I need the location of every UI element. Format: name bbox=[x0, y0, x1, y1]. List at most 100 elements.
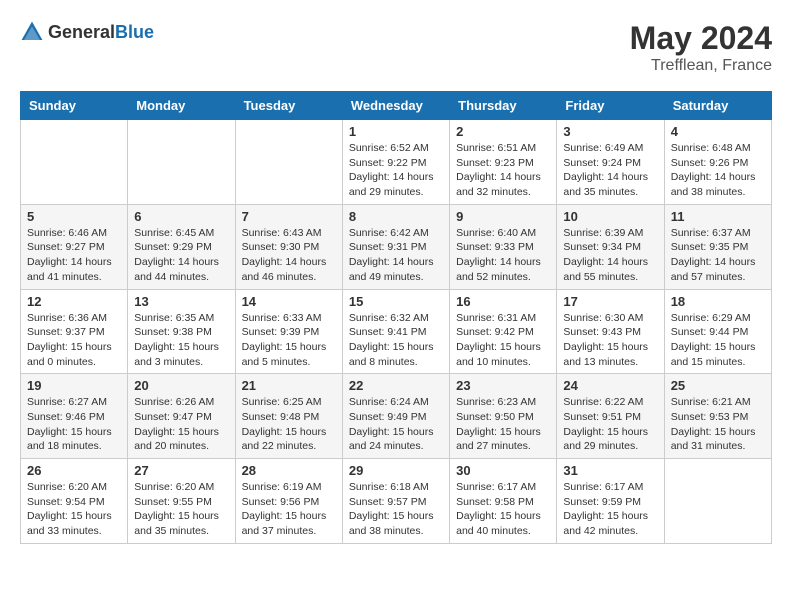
logo-general: General bbox=[48, 22, 115, 42]
day-number: 2 bbox=[456, 124, 550, 139]
day-number: 7 bbox=[242, 209, 336, 224]
day-number: 1 bbox=[349, 124, 443, 139]
day-number: 8 bbox=[349, 209, 443, 224]
day-number: 20 bbox=[134, 378, 228, 393]
calendar-day-cell: 12Sunrise: 6:36 AM Sunset: 9:37 PM Dayli… bbox=[21, 289, 128, 374]
day-number: 27 bbox=[134, 463, 228, 478]
day-number: 9 bbox=[456, 209, 550, 224]
day-number: 6 bbox=[134, 209, 228, 224]
day-of-week-header: Tuesday bbox=[235, 92, 342, 120]
calendar-day-cell: 4 Sunrise: 6:48 AM Sunset: 9:26 PM Daylig… bbox=[664, 120, 771, 205]
calendar-day-cell: 29 Sunrise: 6:18 AM Sunset: 9:57 PM Dayli… bbox=[342, 459, 449, 544]
day-info: Sunrise: 6:29 AM Sunset: 9:44 PM Dayligh… bbox=[671, 311, 765, 370]
day-number: 30 bbox=[456, 463, 550, 478]
day-of-week-header: Wednesday bbox=[342, 92, 449, 120]
calendar-day-cell: 17Sunrise: 6:30 AM Sunset: 9:43 PM Dayli… bbox=[557, 289, 664, 374]
day-info: Sunrise: 6:32 AM Sunset: 9:41 PM Dayligh… bbox=[349, 311, 443, 370]
day-info: Sunrise: 6:48 AM Sunset: 9:26 PM Dayligh… bbox=[671, 141, 765, 200]
day-info: Sunrise: 6:52 AM Sunset: 9:22 PM Dayligh… bbox=[349, 141, 443, 200]
calendar-day-cell: 10Sunrise: 6:39 AM Sunset: 9:34 PM Dayli… bbox=[557, 204, 664, 289]
day-number: 25 bbox=[671, 378, 765, 393]
logo-text: GeneralBlue bbox=[48, 22, 154, 43]
day-number: 29 bbox=[349, 463, 443, 478]
logo-icon bbox=[20, 20, 44, 44]
day-number: 16 bbox=[456, 294, 550, 309]
calendar-day-cell bbox=[235, 120, 342, 205]
calendar-day-cell: 30 Sunrise: 6:17 AM Sunset: 9:58 PM Dayli… bbox=[450, 459, 557, 544]
day-info: Sunrise: 6:19 AM Sunset: 9:56 PM Dayligh… bbox=[242, 480, 336, 539]
calendar-week-row: 5Sunrise: 6:46 AM Sunset: 9:27 PM Daylig… bbox=[21, 204, 772, 289]
day-info: Sunrise: 6:43 AM Sunset: 9:30 PM Dayligh… bbox=[242, 226, 336, 285]
day-number: 4 bbox=[671, 124, 765, 139]
day-of-week-header: Saturday bbox=[664, 92, 771, 120]
calendar-day-cell: 9 Sunrise: 6:40 AM Sunset: 9:33 PM Daylig… bbox=[450, 204, 557, 289]
day-info: Sunrise: 6:24 AM Sunset: 9:49 PM Dayligh… bbox=[349, 395, 443, 454]
day-number: 10 bbox=[563, 209, 657, 224]
day-info: Sunrise: 6:26 AM Sunset: 9:47 PM Dayligh… bbox=[134, 395, 228, 454]
day-of-week-header: Friday bbox=[557, 92, 664, 120]
day-info: Sunrise: 6:20 AM Sunset: 9:55 PM Dayligh… bbox=[134, 480, 228, 539]
calendar-day-cell: 3Sunrise: 6:49 AM Sunset: 9:24 PM Daylig… bbox=[557, 120, 664, 205]
calendar-day-cell bbox=[21, 120, 128, 205]
calendar-week-row: 1 Sunrise: 6:52 AM Sunset: 9:22 PM Daylig… bbox=[21, 120, 772, 205]
calendar-day-cell: 6Sunrise: 6:45 AM Sunset: 9:29 PM Daylig… bbox=[128, 204, 235, 289]
day-info: Sunrise: 6:49 AM Sunset: 9:24 PM Dayligh… bbox=[563, 141, 657, 200]
day-info: Sunrise: 6:42 AM Sunset: 9:31 PM Dayligh… bbox=[349, 226, 443, 285]
day-info: Sunrise: 6:25 AM Sunset: 9:48 PM Dayligh… bbox=[242, 395, 336, 454]
month-title: May 2024 bbox=[630, 20, 772, 57]
calendar-day-cell: 28 Sunrise: 6:19 AM Sunset: 9:56 PM Dayli… bbox=[235, 459, 342, 544]
title-area: May 2024 Trefflean, France bbox=[630, 20, 772, 75]
calendar-day-cell: 23 Sunrise: 6:23 AM Sunset: 9:50 PM Dayli… bbox=[450, 374, 557, 459]
day-number: 22 bbox=[349, 378, 443, 393]
calendar-day-cell: 2 Sunrise: 6:51 AM Sunset: 9:23 PM Daylig… bbox=[450, 120, 557, 205]
calendar-day-cell: 18 Sunrise: 6:29 AM Sunset: 9:44 PM Dayli… bbox=[664, 289, 771, 374]
calendar-table: SundayMondayTuesdayWednesdayThursdayFrid… bbox=[20, 91, 772, 544]
day-number: 21 bbox=[242, 378, 336, 393]
day-number: 13 bbox=[134, 294, 228, 309]
day-number: 31 bbox=[563, 463, 657, 478]
logo-blue: Blue bbox=[115, 22, 154, 42]
calendar-day-cell: 11 Sunrise: 6:37 AM Sunset: 9:35 PM Dayli… bbox=[664, 204, 771, 289]
day-info: Sunrise: 6:27 AM Sunset: 9:46 PM Dayligh… bbox=[27, 395, 121, 454]
day-info: Sunrise: 6:33 AM Sunset: 9:39 PM Dayligh… bbox=[242, 311, 336, 370]
day-info: Sunrise: 6:46 AM Sunset: 9:27 PM Dayligh… bbox=[27, 226, 121, 285]
day-number: 26 bbox=[27, 463, 121, 478]
calendar-day-cell: 7 Sunrise: 6:43 AM Sunset: 9:30 PM Daylig… bbox=[235, 204, 342, 289]
day-number: 11 bbox=[671, 209, 765, 224]
day-number: 23 bbox=[456, 378, 550, 393]
day-info: Sunrise: 6:23 AM Sunset: 9:50 PM Dayligh… bbox=[456, 395, 550, 454]
day-info: Sunrise: 6:17 AM Sunset: 9:59 PM Dayligh… bbox=[563, 480, 657, 539]
day-number: 15 bbox=[349, 294, 443, 309]
day-of-week-header: Sunday bbox=[21, 92, 128, 120]
calendar-day-cell: 13Sunrise: 6:35 AM Sunset: 9:38 PM Dayli… bbox=[128, 289, 235, 374]
day-info: Sunrise: 6:18 AM Sunset: 9:57 PM Dayligh… bbox=[349, 480, 443, 539]
calendar-day-cell: 8 Sunrise: 6:42 AM Sunset: 9:31 PM Daylig… bbox=[342, 204, 449, 289]
day-info: Sunrise: 6:20 AM Sunset: 9:54 PM Dayligh… bbox=[27, 480, 121, 539]
day-info: Sunrise: 6:30 AM Sunset: 9:43 PM Dayligh… bbox=[563, 311, 657, 370]
calendar-header-row: SundayMondayTuesdayWednesdayThursdayFrid… bbox=[21, 92, 772, 120]
day-number: 14 bbox=[242, 294, 336, 309]
location: Trefflean, France bbox=[630, 57, 772, 75]
calendar-day-cell bbox=[128, 120, 235, 205]
calendar-day-cell: 5Sunrise: 6:46 AM Sunset: 9:27 PM Daylig… bbox=[21, 204, 128, 289]
calendar-day-cell: 15 Sunrise: 6:32 AM Sunset: 9:41 PM Dayli… bbox=[342, 289, 449, 374]
day-info: Sunrise: 6:17 AM Sunset: 9:58 PM Dayligh… bbox=[456, 480, 550, 539]
calendar-day-cell: 16Sunrise: 6:31 AM Sunset: 9:42 PM Dayli… bbox=[450, 289, 557, 374]
day-info: Sunrise: 6:21 AM Sunset: 9:53 PM Dayligh… bbox=[671, 395, 765, 454]
day-number: 18 bbox=[671, 294, 765, 309]
page-header: GeneralBlue May 2024 Trefflean, France bbox=[20, 20, 772, 75]
calendar-day-cell: 1 Sunrise: 6:52 AM Sunset: 9:22 PM Daylig… bbox=[342, 120, 449, 205]
day-number: 12 bbox=[27, 294, 121, 309]
calendar-week-row: 26 Sunrise: 6:20 AM Sunset: 9:54 PM Dayli… bbox=[21, 459, 772, 544]
day-info: Sunrise: 6:22 AM Sunset: 9:51 PM Dayligh… bbox=[563, 395, 657, 454]
day-of-week-header: Monday bbox=[128, 92, 235, 120]
day-info: Sunrise: 6:40 AM Sunset: 9:33 PM Dayligh… bbox=[456, 226, 550, 285]
calendar-day-cell: 24Sunrise: 6:22 AM Sunset: 9:51 PM Dayli… bbox=[557, 374, 664, 459]
day-info: Sunrise: 6:51 AM Sunset: 9:23 PM Dayligh… bbox=[456, 141, 550, 200]
day-number: 28 bbox=[242, 463, 336, 478]
calendar-day-cell: 19 Sunrise: 6:27 AM Sunset: 9:46 PM Dayli… bbox=[21, 374, 128, 459]
calendar-day-cell: 14 Sunrise: 6:33 AM Sunset: 9:39 PM Dayli… bbox=[235, 289, 342, 374]
day-info: Sunrise: 6:37 AM Sunset: 9:35 PM Dayligh… bbox=[671, 226, 765, 285]
day-number: 19 bbox=[27, 378, 121, 393]
calendar-day-cell: 26 Sunrise: 6:20 AM Sunset: 9:54 PM Dayli… bbox=[21, 459, 128, 544]
